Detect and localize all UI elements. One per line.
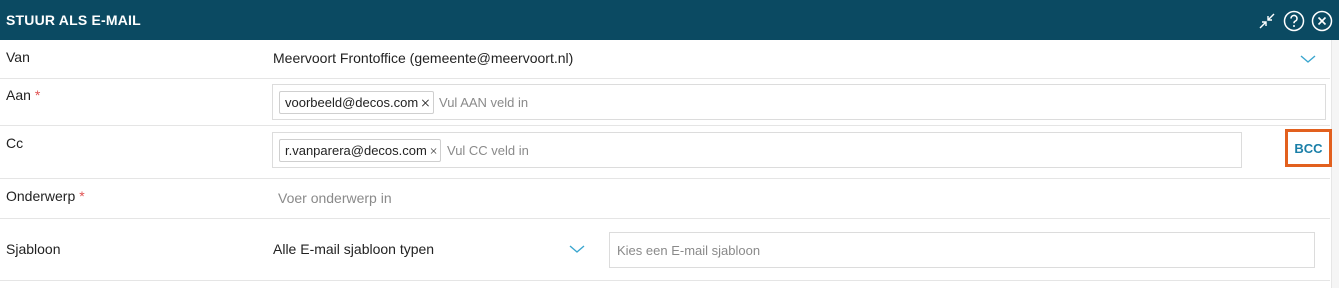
template-input[interactable]: Kies een E-mail sjabloon	[609, 232, 1315, 268]
help-icon[interactable]	[1283, 10, 1305, 32]
cc-input[interactable]: r.vanparera@decos.com Vul CC veld in	[272, 132, 1242, 168]
dialog-title: STUUR ALS E-MAIL	[6, 12, 141, 28]
aan-placeholder: Vul AAN veld in	[439, 95, 529, 110]
onderwerp-input[interactable]: Voer onderwerp in	[278, 190, 392, 206]
cc-recipient-chip-label: r.vanparera@decos.com	[285, 143, 427, 158]
close-icon[interactable]	[1311, 10, 1333, 32]
cc-placeholder: Vul CC veld in	[447, 143, 529, 158]
bcc-button[interactable]: BCC	[1285, 129, 1332, 167]
template-placeholder: Kies een E-mail sjabloon	[617, 243, 761, 258]
van-label: Van	[6, 49, 30, 65]
onderwerp-label: Onderwerp *	[6, 188, 85, 204]
send-as-email-dialog: STUUR ALS E-MAIL Van Meervoort Frontoffi…	[0, 0, 1339, 288]
required-marker: *	[79, 188, 85, 204]
remove-chip-icon[interactable]	[421, 96, 430, 110]
collapse-icon[interactable]	[1256, 10, 1278, 32]
scrollbar[interactable]	[1331, 40, 1339, 288]
chevron-down-icon[interactable]	[569, 244, 585, 254]
template-type-select[interactable]: Alle E-mail sjabloon typen	[273, 241, 434, 257]
remove-chip-icon[interactable]	[430, 144, 437, 158]
aan-label: Aan *	[6, 87, 41, 103]
van-row: Van Meervoort Frontoffice (gemeente@meer…	[0, 40, 1330, 79]
van-select-value[interactable]: Meervoort Frontoffice (gemeente@meervoor…	[273, 50, 573, 66]
cc-recipient-chip: r.vanparera@decos.com	[279, 139, 441, 162]
sjabloon-label: Sjabloon	[6, 241, 61, 257]
sjabloon-row: Sjabloon Alle E-mail sjabloon typen Kies…	[0, 219, 1330, 281]
required-marker: *	[34, 87, 41, 103]
recipient-chip: voorbeeld@decos.com	[279, 91, 434, 114]
aan-row: Aan * voorbeeld@decos.com Vul AAN veld in	[0, 79, 1330, 126]
chevron-down-icon[interactable]	[1300, 54, 1316, 64]
cc-label: Cc	[6, 135, 24, 151]
cc-row: Cc r.vanparera@decos.com Vul CC veld in	[0, 126, 1330, 179]
aan-input[interactable]: voorbeeld@decos.com Vul AAN veld in	[272, 84, 1326, 120]
onderwerp-row: Onderwerp * Voer onderwerp in	[0, 179, 1330, 219]
recipient-chip-label: voorbeeld@decos.com	[285, 95, 419, 110]
dialog-header: STUUR ALS E-MAIL	[0, 0, 1339, 40]
